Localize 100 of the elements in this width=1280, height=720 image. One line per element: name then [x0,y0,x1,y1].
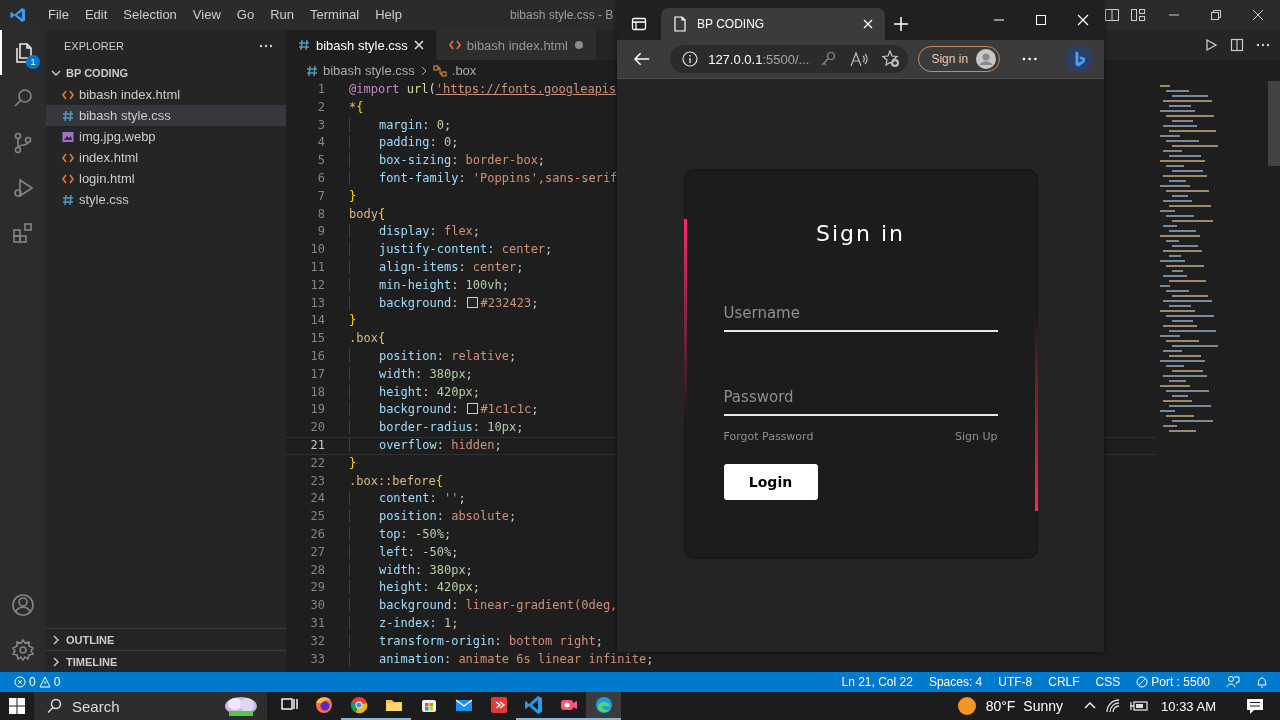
code-line: background: linear-gradient(0deg, [349,597,618,615]
address-bar[interactable]: 127.0.0.1:5500/... [670,45,909,73]
unsaved-dot-icon [573,40,584,50]
menu-item[interactable]: Terminal [302,0,368,30]
close-icon[interactable] [1252,9,1264,21]
line-number: 31 [309,614,326,632]
document-icon [673,16,687,32]
favorites-add-icon[interactable] [882,50,901,68]
code-file-icon [62,88,74,101]
link[interactable]: Sign Up [954,430,998,443]
explorer-tree-item[interactable]: index.html [46,147,286,168]
scrollbar-thumb[interactable] [1268,81,1280,166]
line-number: 20 [309,419,326,437]
explorer-tree-item[interactable]: login.html [46,168,286,189]
code-line: top: -50%; [349,525,452,544]
code-editor-icon[interactable] [522,694,545,716]
line-number: 9 [316,223,326,241]
extensions-icon[interactable] [11,220,35,245]
temperature: 80°F [985,698,1016,714]
split-editor-icon[interactable] [1230,38,1244,52]
breadcrumb-item[interactable]: bibash style.css [323,63,415,78]
new-tab-icon[interactable] [893,16,909,32]
menu-item[interactable]: Help [367,0,410,30]
input-field[interactable]: Username [723,304,998,332]
code-line: } [349,454,357,472]
login-button[interactable]: Login [723,464,818,500]
line-number: 7 [316,187,326,205]
battery-icon[interactable] [1129,699,1150,713]
code-line: margin: 0; [349,116,452,135]
key-icon[interactable] [820,51,837,67]
notification-icon[interactable] [1246,697,1264,715]
account-icon[interactable] [11,592,35,617]
problems-indicator[interactable]: 0 0 [0,675,69,689]
line-number: 32 [309,632,326,650]
wifi-icon[interactable] [1105,698,1122,714]
status-item[interactable]: Ln 21, Col 22 [833,675,921,689]
menu-item[interactable]: Go [228,0,263,30]
code-line: *{ [349,98,364,116]
search-field[interactable]: Search [34,692,267,720]
status-item[interactable]: UTF-8 [990,675,1041,689]
bell-icon[interactable] [1256,675,1268,689]
code-line: z-index: 1; [349,614,459,633]
code-line: border-radius: 10px; [349,419,524,437]
editor-tab[interactable]: bibash index.html [436,30,597,60]
maximize-icon[interactable] [1035,14,1047,26]
status-item[interactable]: Spaces: 4 [920,675,991,689]
split-layout-icon[interactable] [1104,7,1120,23]
avatar-icon [976,49,997,69]
code-line: @import url('https://fonts.googleapis [349,81,617,98]
line-number: 3 [316,116,326,134]
line-number: 21 [309,437,326,454]
sign-in-button[interactable]: Sign in [918,46,1001,72]
code-line: animation: animate 6s linear infinite; [349,650,654,669]
folder-header[interactable]: BP CODING [46,62,286,84]
link[interactable]: Forgot Password [723,430,814,443]
browser-tab[interactable]: BP CODING [661,8,885,40]
line-number: 8 [316,205,326,223]
error-icon [14,676,26,688]
count-badge: 1 [26,55,40,69]
tab-actions-icon[interactable] [631,16,647,32]
code-file-icon [448,39,461,51]
status-item[interactable]: Port : 5500 [1128,675,1218,689]
section-header[interactable]: OUTLINE [46,628,286,650]
settings-icon[interactable] [11,637,35,662]
line-number: 25 [309,508,326,526]
explorer-tree-item[interactable]: bibash style.css [46,105,286,126]
line-number: 4 [316,134,326,152]
window-title: bibash style.css - B [510,8,614,22]
explorer-tree-item[interactable]: img.jpg.webp [46,126,286,147]
code-line: justify-content: center; [349,241,553,259]
search-icon [46,698,62,714]
restore-icon[interactable] [1210,9,1222,21]
explorer-tree-item[interactable]: bibash index.html [46,84,286,105]
line-number: 1 [316,81,326,98]
code-line: font-family: 'Poppins',sans-serif [349,170,618,188]
code-file-icon [62,172,74,185]
breadcrumb-item[interactable]: .box [451,63,477,78]
code-line: transform-origin: bottom right; [349,632,603,651]
read-aloud-icon[interactable] [850,51,869,67]
status-item[interactable]: CRLF [1040,675,1088,689]
windows-start-icon[interactable] [9,698,25,714]
menu-item[interactable]: View [184,0,229,30]
layout-icon[interactable] [1130,7,1146,23]
run-icon[interactable] [1204,38,1218,52]
code-line: body{ [349,205,386,223]
menu-item[interactable]: Run [262,0,302,30]
input-field[interactable]: Password [723,388,998,416]
menu-item[interactable]: Edit [76,0,116,30]
back-arrow-icon[interactable] [633,51,651,67]
close-icon[interactable] [413,40,424,50]
menu-item[interactable]: Selection [115,0,185,30]
feedback-icon[interactable] [1226,675,1240,689]
line-number: 5 [316,152,326,170]
bing-chat-icon[interactable] [1065,44,1094,74]
menu-item[interactable]: File [40,0,77,30]
explorer-tree-item[interactable]: style.css [46,189,286,210]
image-file-icon [62,130,74,143]
editor-tab[interactable]: bibash style.css [286,30,437,60]
code-line: overflow: hidden; [349,437,502,454]
status-item[interactable]: CSS [1087,675,1129,689]
